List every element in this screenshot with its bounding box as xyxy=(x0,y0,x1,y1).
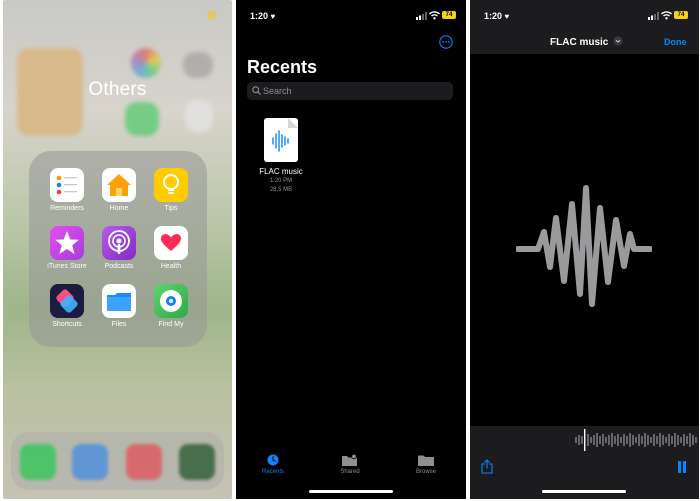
heart-icon: ♥ xyxy=(504,12,510,21)
home-screen-folder-panel: Others Reminders Home Tips iTunes Store … xyxy=(3,0,232,499)
reminders-icon xyxy=(50,168,84,202)
scrubber-track[interactable] xyxy=(470,426,699,454)
home-indicator xyxy=(309,490,393,493)
audio-player-panel: 1:20 ♥ 74 FLAC music Done xyxy=(470,0,699,499)
blurred-photos-icon xyxy=(131,48,161,78)
app-label: Reminders xyxy=(50,205,84,212)
status-time: 1:20 ♥ xyxy=(250,11,275,21)
app-label: Home xyxy=(109,205,129,212)
chevron-down-icon xyxy=(613,36,623,46)
app-shortcuts[interactable]: Shortcuts xyxy=(41,284,93,328)
blurred-phone-icon xyxy=(20,444,56,480)
mini-waveform xyxy=(575,429,697,451)
waveform-icon xyxy=(516,185,652,307)
page-title: Recents xyxy=(247,57,318,77)
app-label: Files xyxy=(111,321,127,328)
share-icon[interactable] xyxy=(481,459,493,474)
find-my-icon xyxy=(154,284,188,318)
signal-icon xyxy=(648,12,659,20)
wifi-icon xyxy=(429,11,440,20)
app-label: Podcasts xyxy=(104,263,134,270)
blurred-app-icon xyxy=(185,100,213,132)
podcasts-icon xyxy=(102,226,136,260)
tab-label: Shared xyxy=(340,469,360,475)
more-options-icon[interactable] xyxy=(439,35,453,49)
file-size: 28.5 MB xyxy=(269,187,293,193)
audio-file-icon xyxy=(272,118,298,152)
file-thumbnail[interactable] xyxy=(264,118,298,162)
app-label: Shortcuts xyxy=(52,321,82,328)
tips-icon xyxy=(154,168,188,202)
app-find-my[interactable]: Find My xyxy=(145,284,197,328)
shared-folder-icon xyxy=(342,454,357,466)
shortcuts-icon xyxy=(50,284,84,318)
search-icon xyxy=(252,86,261,95)
tab-label: Browse xyxy=(415,469,436,475)
search-input[interactable]: Search xyxy=(247,82,453,100)
blurred-spotify-icon xyxy=(179,444,215,480)
tab-browse[interactable]: Browse xyxy=(406,454,446,475)
app-label: iTunes Store xyxy=(47,263,87,270)
folder-icon xyxy=(418,455,434,466)
tab-label: Recents xyxy=(261,469,284,475)
app-reminders[interactable]: Reminders xyxy=(41,168,93,212)
status-time-text: 1:20 xyxy=(250,11,269,21)
done-button[interactable]: Done xyxy=(664,37,687,47)
search-placeholder: Search xyxy=(263,86,292,96)
files-recents-panel: 1:20 ♥ 74 Recents Search FLAC music 1:20… xyxy=(236,0,466,499)
folder-title: Others xyxy=(88,79,147,100)
blurred-camera-icon xyxy=(183,52,213,78)
status-time: 1:20 ♥ xyxy=(484,11,509,21)
app-label: Tips xyxy=(164,205,178,212)
app-home[interactable]: Home xyxy=(93,168,145,212)
app-label: Health xyxy=(160,263,182,270)
app-itunes-store[interactable]: iTunes Store xyxy=(41,226,93,270)
itunes-store-icon xyxy=(50,226,84,260)
app-podcasts[interactable]: Podcasts xyxy=(93,226,145,270)
app-label: Find My xyxy=(158,321,184,328)
blurred-safari-icon xyxy=(72,444,108,480)
title-menu[interactable]: FLAC music xyxy=(550,36,623,48)
file-time: 1:20 PM xyxy=(269,178,293,184)
file-title: FLAC music xyxy=(550,37,609,48)
app-health[interactable]: Health xyxy=(145,226,197,270)
blurred-status-dot xyxy=(207,10,217,20)
clock-icon xyxy=(267,454,279,466)
tab-shared[interactable]: Shared xyxy=(330,454,370,475)
wifi-icon xyxy=(661,11,672,20)
pause-icon[interactable] xyxy=(677,461,687,473)
files-icon xyxy=(102,284,136,318)
blurred-messages-icon xyxy=(125,102,159,136)
app-tips[interactable]: Tips xyxy=(145,168,197,212)
battery-icon: 74 xyxy=(442,11,456,19)
home-indicator xyxy=(542,490,626,493)
blurred-music-icon xyxy=(126,444,162,480)
health-icon xyxy=(154,226,188,260)
status-time-text: 1:20 xyxy=(484,11,503,21)
battery-icon: 74 xyxy=(674,11,688,19)
home-icon xyxy=(102,168,136,202)
heart-icon: ♥ xyxy=(270,12,276,21)
signal-icon xyxy=(416,12,427,20)
app-files[interactable]: Files xyxy=(93,284,145,328)
file-name[interactable]: FLAC music xyxy=(251,167,311,176)
tab-recents[interactable]: Recents xyxy=(253,454,293,475)
